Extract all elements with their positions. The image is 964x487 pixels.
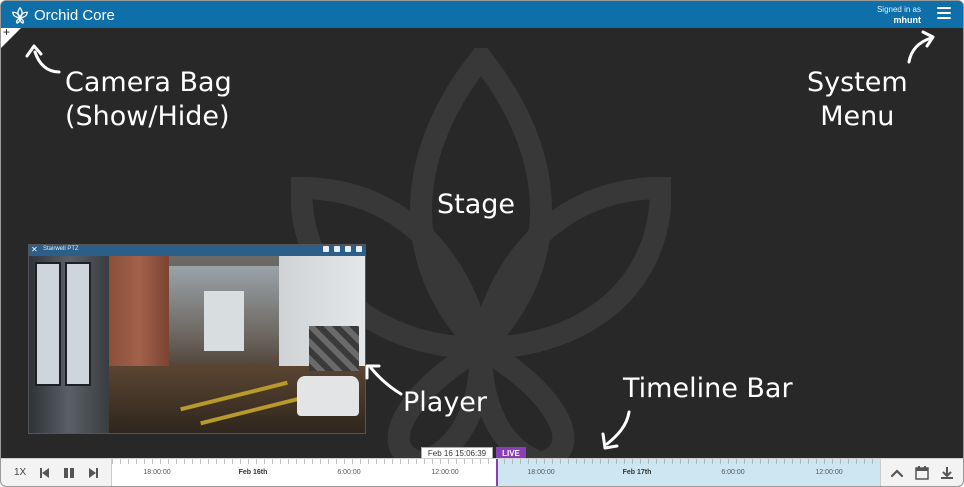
skip-forward-icon[interactable] (86, 465, 102, 481)
app-title: Orchid Core (34, 6, 115, 24)
annotation-timeline-bar: Timeline Bar (623, 373, 793, 404)
close-icon[interactable]: ✕ (31, 245, 38, 255)
app-window: Orchid Core Signed in as mhunt + Camera … (0, 0, 964, 487)
arrow-icon (25, 44, 61, 74)
timeline-tick-label: 12:00:00 (815, 469, 843, 476)
close-icon[interactable] (356, 246, 362, 252)
logo[interactable]: Orchid Core (11, 5, 115, 25)
hamburger-menu-icon (937, 7, 951, 9)
calendar-icon[interactable] (914, 465, 930, 481)
arrow-icon (365, 364, 403, 396)
timeline-tick-label: Feb 17th (622, 469, 652, 476)
arrow-icon (907, 30, 935, 64)
speed-selector[interactable]: 1X (14, 467, 26, 478)
video-player[interactable]: ✕ Stairwell PTZ (28, 244, 366, 434)
player-controls (323, 246, 362, 252)
timeline-tick-label: 6:00:00 (337, 469, 361, 476)
annotation-player: Player (403, 387, 488, 418)
ptz-icon[interactable] (323, 246, 329, 252)
skip-back-icon[interactable] (36, 465, 52, 481)
timeline-now-marker[interactable] (496, 459, 498, 486)
signed-in-info: Signed in as mhunt (877, 5, 921, 25)
plus-icon[interactable]: + (3, 26, 10, 38)
timeline-tick-label: 6:00:00 (721, 469, 745, 476)
player-title: Stairwell PTZ (43, 246, 79, 252)
annotation-camera-bag: Camera Bag (Show/Hide) (65, 67, 232, 132)
video-feed[interactable] (29, 256, 365, 433)
annotation-stage: Stage (437, 189, 516, 220)
chevron-up-icon[interactable] (889, 465, 905, 481)
timeline-tick-label: 18:00:00 (143, 469, 171, 476)
username: mhunt (893, 15, 922, 25)
orchid-logo-icon (12, 6, 28, 24)
annotation-system-menu: System Menu (807, 67, 908, 132)
top-bar: Orchid Core Signed in as mhunt (1, 1, 963, 28)
settings-icon[interactable] (334, 246, 340, 252)
download-icon[interactable] (939, 465, 955, 481)
system-menu-button[interactable] (937, 7, 951, 21)
arrow-icon (601, 410, 631, 450)
player-header: ✕ Stairwell PTZ (29, 245, 365, 256)
timeline-bar: 1X 18:00:00 Feb 16th 6:00:00 12:00:00 18… (1, 458, 963, 486)
timeline-tick-label: Feb 16th (238, 469, 268, 476)
timeline-tick-label: 12:00:00 (431, 469, 459, 476)
timeline-tick-label: 18:00:00 (527, 469, 555, 476)
fullscreen-icon[interactable] (345, 246, 351, 252)
timeline-track[interactable]: 18:00:00 Feb 16th 6:00:00 12:00:00 18:00… (111, 459, 881, 486)
stage: + Camera Bag (Show/Hide) System Menu Sta… (1, 26, 963, 468)
signed-in-label: Signed in as (876, 5, 921, 14)
pause-icon[interactable] (61, 465, 77, 481)
